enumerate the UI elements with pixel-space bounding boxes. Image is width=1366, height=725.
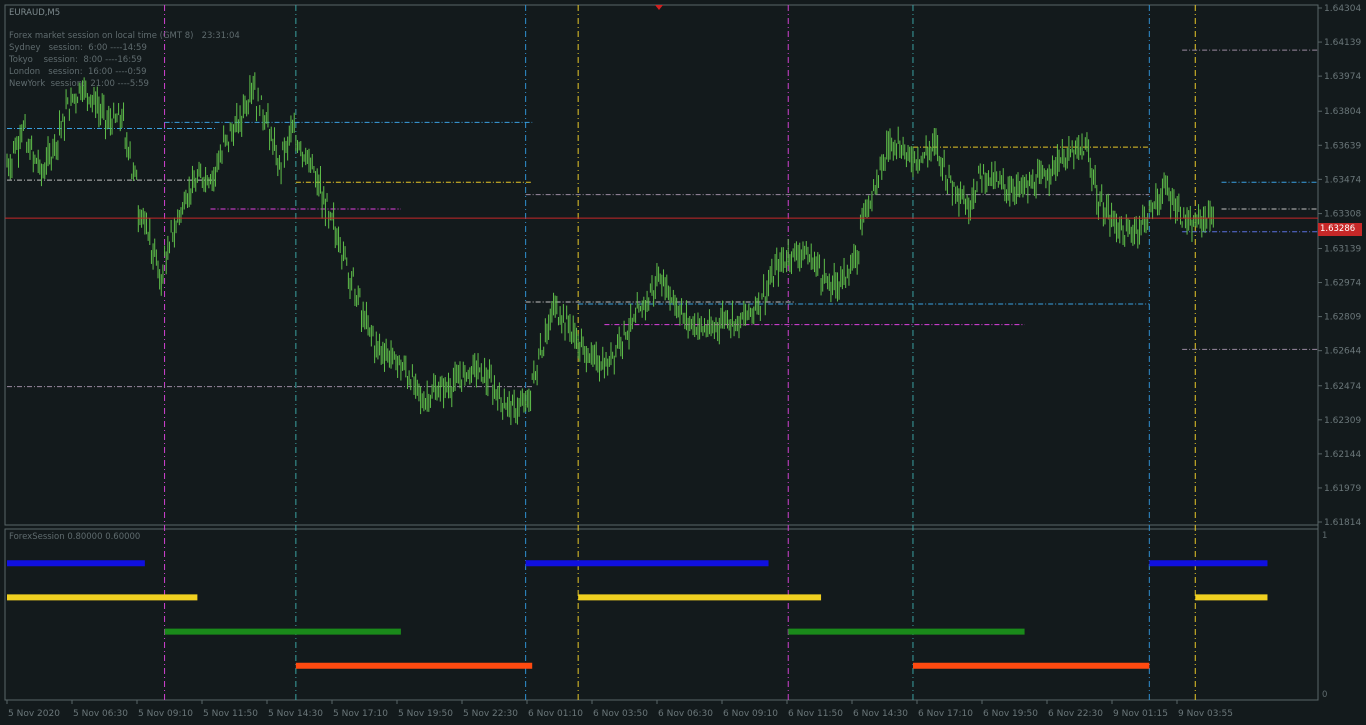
chart-shift-marker (655, 5, 663, 10)
price-tick-label: 1.63474 (1324, 175, 1361, 185)
time-tick-label: 9 Nov 03:55 (1178, 709, 1233, 719)
time-tick-label: 6 Nov 14:30 (853, 709, 908, 719)
price-tick-label: 1.63308 (1324, 210, 1361, 220)
indicator-title: ForexSession 0.80000 0.60000 (9, 532, 141, 542)
price-tick-label: 1.61814 (1324, 518, 1361, 528)
time-tick-label: 5 Nov 19:50 (398, 709, 453, 719)
time-tick-label: 6 Nov 03:50 (593, 709, 648, 719)
price-tick-label: 1.62144 (1324, 450, 1361, 460)
current-price-marker: 1.63286 (1318, 223, 1362, 236)
price-tick-label: 1.62809 (1324, 313, 1361, 323)
price-tick-label: 1.62974 (1324, 279, 1361, 289)
time-tick-label: 6 Nov 19:50 (983, 709, 1038, 719)
time-tick-label: 5 Nov 11:50 (203, 709, 258, 719)
price-tick-label: 1.64304 (1324, 4, 1361, 14)
price-tick-label: 1.64139 (1324, 38, 1361, 48)
time-tick-label: 5 Nov 22:30 (463, 709, 518, 719)
price-tick-label: 1.61979 (1324, 484, 1361, 494)
price-tick-label: 1.63139 (1324, 244, 1361, 254)
price-tick-label: 1.62309 (1324, 416, 1361, 426)
time-tick-label: 5 Nov 14:30 (268, 709, 323, 719)
time-tick-label: 5 Nov 09:10 (138, 709, 193, 719)
chart-canvas[interactable]: 1.64304 1.64139 1.63974 1.63804 1.63639 1.634… (0, 0, 1366, 725)
symbol-label: EURAUD,M5 (9, 8, 61, 18)
time-tick-label: 5 Nov 2020 (8, 709, 60, 719)
price-tick-label: 1.63639 (1324, 141, 1361, 151)
indicator-scale-bottom: 0 (1322, 690, 1328, 700)
indicator-scale-top: 1 (1322, 531, 1328, 541)
time-tick-label: 6 Nov 11:50 (788, 709, 843, 719)
time-tick-label: 6 Nov 06:30 (658, 709, 713, 719)
session-info-newyork: NewYork session: 21:00 ----5:59 (9, 79, 149, 89)
time-tick-label: 5 Nov 17:10 (333, 709, 388, 719)
price-tick-label: 1.62644 (1324, 347, 1361, 357)
time-tick-label: 6 Nov 09:10 (723, 709, 778, 719)
price-tick-label: 1.62474 (1324, 382, 1361, 392)
time-tick-label: 6 Nov 01:10 (528, 709, 583, 719)
time-tick-label: 6 Nov 22:30 (1048, 709, 1103, 719)
price-tick-label: 1.63804 (1324, 107, 1361, 117)
time-tick-label: 5 Nov 06:30 (73, 709, 128, 719)
indicator-pane-frame (4, 528, 1319, 701)
time-tick-label: 6 Nov 17:10 (918, 709, 973, 719)
current-price-label: 1.63286 (1320, 224, 1356, 234)
chart-window[interactable]: 1.64304 1.64139 1.63974 1.63804 1.63639 1.634… (0, 0, 1366, 725)
time-tick-label: 9 Nov 01:15 (1113, 709, 1168, 719)
session-info-sydney: Sydney session: 6:00 ----14:59 (9, 43, 147, 53)
price-tick-label: 1.63974 (1324, 72, 1361, 82)
session-info-tokyo: Tokyo session: 8:00 ----16:59 (9, 55, 142, 65)
session-info-header: Forex market session on local time (GMT … (9, 31, 240, 41)
session-info-london: London session: 16:00 ----0:59 (9, 67, 147, 77)
session-info-block: Forex market session on local time (GMT … (9, 30, 240, 90)
